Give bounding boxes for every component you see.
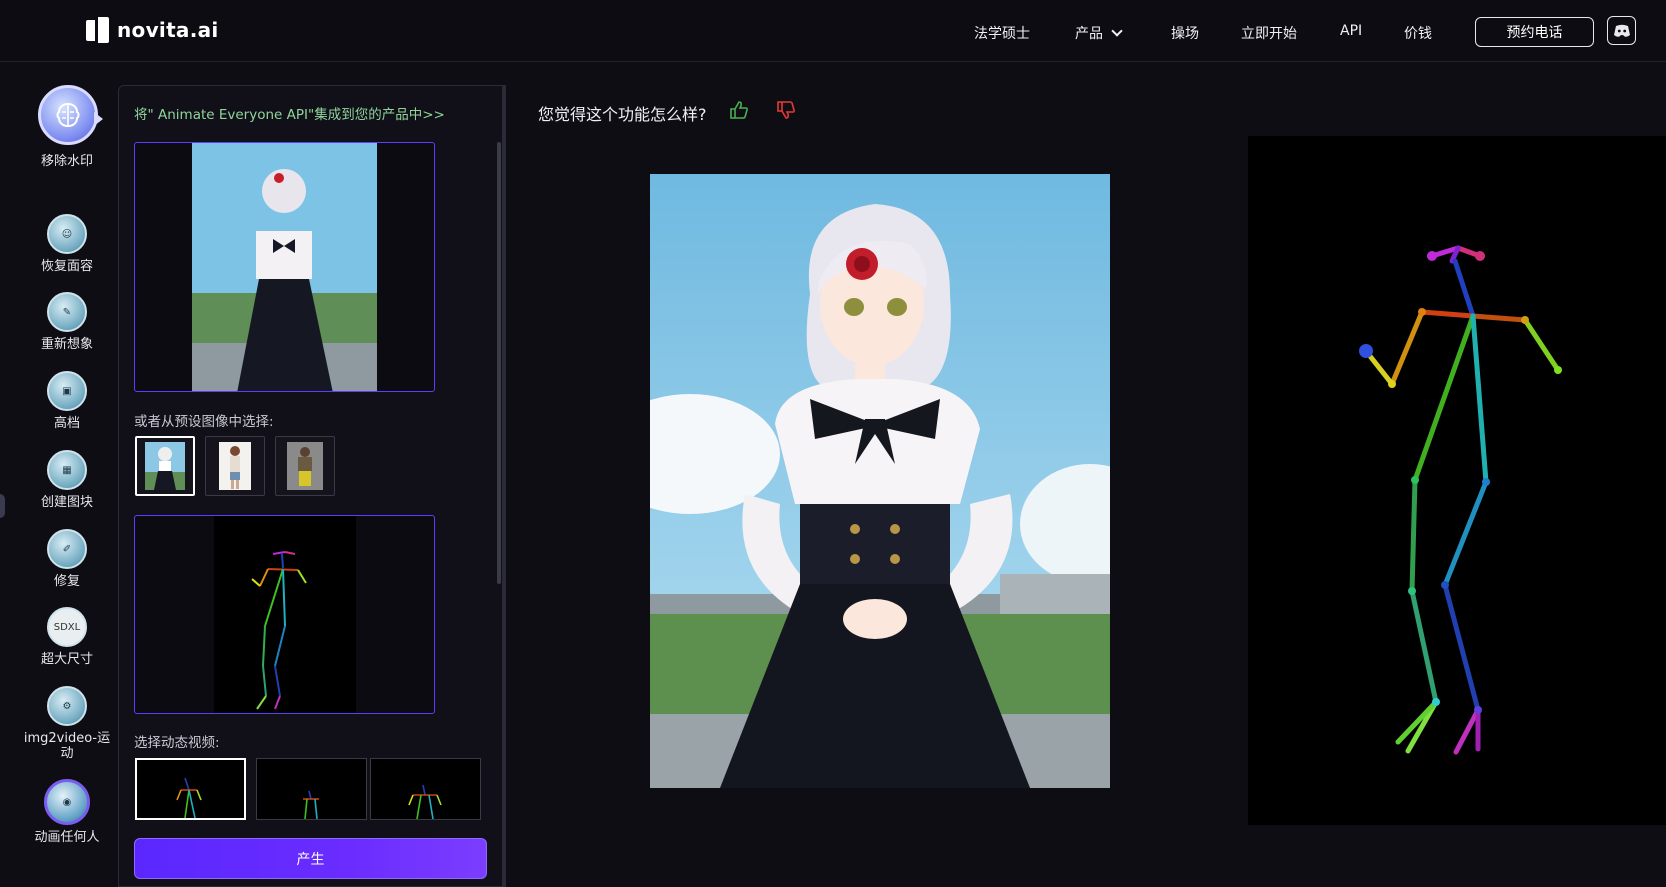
reimagine-icon: ✎ [47, 292, 87, 332]
skeleton-figure [1359, 245, 1562, 755]
source-image-preview [192, 143, 377, 391]
nav-item-api[interactable]: API [1340, 23, 1362, 39]
rail-item-label: 创建图块 [40, 495, 93, 510]
rail-item-label: img2video-运动 [23, 731, 111, 761]
preset-thumbnail-woman [219, 442, 251, 490]
preset-image-2[interactable] [205, 436, 265, 496]
rail-item-label: 高档 [53, 416, 80, 431]
rail-item-upscale[interactable]: ▣ 高档 [22, 371, 112, 431]
chevron-down-icon [1111, 25, 1123, 37]
preset-image-1[interactable] [135, 436, 195, 496]
face-restore-icon: ☺ [47, 214, 87, 254]
discord-icon[interactable] [1607, 16, 1636, 45]
rail-item-tile[interactable]: ▦ 创建图块 [22, 450, 112, 510]
generated-result-image [650, 174, 1110, 788]
thumbs-down-icon[interactable] [776, 100, 796, 124]
motion-video-label: 选择动态视频: [134, 735, 220, 751]
nav-item-products[interactable]: 产品 [1075, 23, 1123, 43]
nav-item-playground[interactable]: 操场 [1171, 23, 1199, 43]
tile-icon: ▦ [47, 450, 87, 490]
rail-item-label: 修复 [53, 574, 80, 589]
motion-video-skeleton [303, 790, 319, 819]
book-call-button[interactable]: 预约电话 [1475, 17, 1594, 47]
repair-icon: ✐ [47, 529, 87, 569]
rail-collapse-handle[interactable] [0, 494, 5, 518]
feature-rail: 移除水印 ☺ 恢复面容 ✎ 重新想象 ▣ 高档 ▦ 创建图块 ✐ 修复 SDXL… [0, 62, 118, 887]
rail-item-watermark[interactable]: 移除水印 [22, 154, 112, 169]
sdxl-icon: SDXL [47, 607, 87, 647]
motion-video-2[interactable] [256, 758, 367, 820]
motion-video-skeleton [408, 784, 442, 819]
generate-button[interactable]: 产生 [134, 838, 487, 879]
rail-item-face-restore[interactable]: ☺ 恢复面容 [22, 214, 112, 274]
nav-item-get-started[interactable]: 立即开始 [1241, 23, 1297, 43]
rail-item-label: 超大尺寸 [40, 652, 93, 667]
rail-item-label: 动画任何人 [34, 830, 100, 845]
preset-image-3[interactable] [275, 436, 335, 496]
rail-item-repair[interactable]: ✐ 修复 [22, 529, 112, 589]
main-nav: 法学硕士 产品 操场 立即开始 API 价钱 [0, 15, 1666, 49]
source-image-upload[interactable] [134, 142, 435, 392]
rail-item-label: 重新想象 [40, 337, 93, 352]
pose-sequence-preview[interactable] [134, 515, 435, 714]
img2video-icon: ⚙ [47, 686, 87, 726]
rail-item-label: 恢复面容 [40, 259, 93, 274]
pose-skeleton-output [1248, 136, 1666, 825]
panel-divider[interactable] [502, 85, 506, 887]
rail-item-sdxl[interactable]: SDXL 超大尺寸 [22, 607, 112, 667]
top-navigation-bar: novita.ai 法学硕士 产品 操场 立即开始 API 价钱 预约电话 [0, 0, 1666, 62]
nav-item-products-label: 产品 [1075, 26, 1103, 42]
rail-item-animate-anyone[interactable]: ◉ 动画任何人 [22, 779, 112, 845]
thumbs-up-icon[interactable] [729, 100, 749, 124]
feedback-question: 您觉得这个功能怎么样? [538, 105, 707, 124]
rail-item-reimagine[interactable]: ✎ 重新想象 [22, 292, 112, 352]
rail-item-label: 移除水印 [40, 154, 93, 169]
preset-images-label: 或者从预设图像中选择: [134, 414, 274, 430]
motion-video-skeleton [176, 777, 202, 818]
api-integration-link[interactable]: 将" Animate Everyone API"集成到您的产品中>> [134, 103, 445, 123]
animate-anyone-icon: ◉ [44, 779, 90, 825]
preset-thumbnail-figure [287, 442, 323, 490]
upscale-icon: ▣ [47, 371, 87, 411]
motion-video-3[interactable] [370, 758, 481, 820]
motion-video-1[interactable] [135, 758, 246, 820]
panel-scrollbar[interactable] [497, 142, 501, 584]
pose-skeleton-preview [214, 516, 356, 713]
nav-item-llm[interactable]: 法学硕士 [974, 23, 1030, 43]
anime-character-image [650, 174, 1110, 788]
preset-thumbnail-anime [145, 442, 185, 490]
nav-item-pricing[interactable]: 价钱 [1404, 23, 1432, 43]
rail-item-img2video[interactable]: ⚙ img2video-运动 [22, 686, 112, 761]
